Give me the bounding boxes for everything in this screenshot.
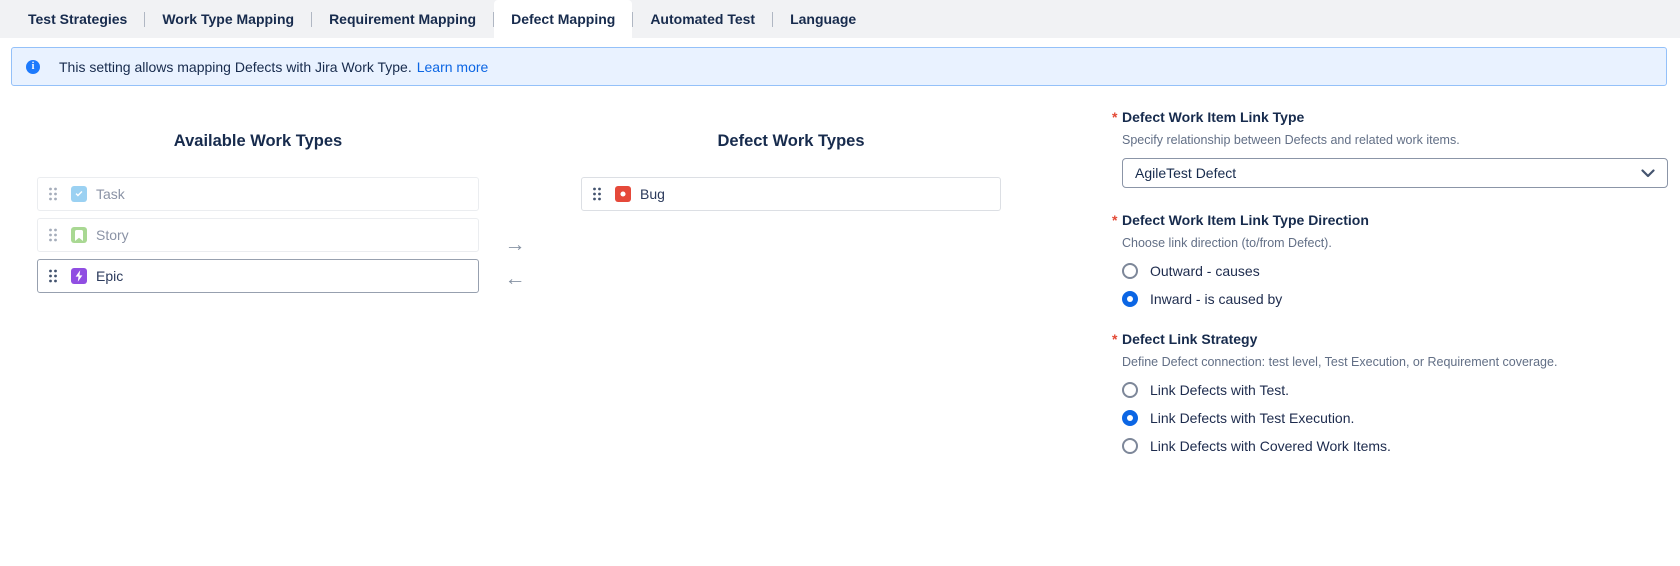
radio-inward-label: Inward - is caused by [1150, 291, 1282, 307]
drag-handle-icon[interactable] [48, 186, 58, 202]
radio-link-covered-items-label: Link Defects with Covered Work Items. [1150, 438, 1391, 454]
radio-outward[interactable] [1122, 263, 1138, 279]
defect-work-types-title: Defect Work Types [581, 132, 1001, 151]
direction-label: * Defect Work Item Link Type Direction [1122, 211, 1668, 229]
task-icon [71, 186, 87, 202]
transfer-controls: → ← [479, 86, 551, 289]
epic-icon [71, 268, 87, 284]
work-type-label: Task [96, 186, 125, 202]
tab-language[interactable]: Language [773, 0, 873, 38]
work-type-row-epic[interactable]: Epic [37, 259, 479, 293]
link-type-select[interactable]: AgileTest Defect [1122, 158, 1668, 188]
drag-handle-icon[interactable] [592, 186, 602, 202]
radio-link-test-execution[interactable] [1122, 410, 1138, 426]
work-type-row-task[interactable]: Task [37, 177, 479, 211]
radio-row-inward[interactable]: Inward - is caused by [1122, 291, 1668, 307]
drag-handle-icon[interactable] [48, 227, 58, 243]
tab-test-strategies[interactable]: Test Strategies [11, 0, 144, 38]
move-left-arrow-icon[interactable]: ← [505, 268, 526, 289]
work-type-label: Bug [640, 186, 665, 202]
radio-row-outward[interactable]: Outward - causes [1122, 263, 1668, 279]
tab-requirement-mapping[interactable]: Requirement Mapping [312, 0, 493, 38]
move-right-arrow-icon[interactable]: → [505, 234, 526, 255]
link-type-label: * Defect Work Item Link Type [1122, 108, 1668, 126]
work-type-row-bug[interactable]: Bug [581, 177, 1001, 211]
info-icon: i [26, 60, 40, 74]
available-work-types-panel: Available Work Types Task [37, 86, 479, 300]
required-asterisk: * [1112, 211, 1117, 229]
drag-handle-icon[interactable] [48, 268, 58, 284]
link-type-description: Specify relationship between Defects and… [1122, 132, 1668, 148]
bug-icon [615, 186, 631, 202]
work-type-row-story[interactable]: Story [37, 218, 479, 252]
info-banner: i This setting allows mapping Defects wi… [11, 47, 1667, 86]
radio-outward-label: Outward - causes [1150, 263, 1260, 279]
strategy-label: * Defect Link Strategy [1122, 330, 1668, 348]
available-work-types-title: Available Work Types [37, 132, 479, 151]
tab-work-type-mapping[interactable]: Work Type Mapping [145, 0, 311, 38]
radio-row-link-test-execution[interactable]: Link Defects with Test Execution. [1122, 410, 1668, 426]
tab-defect-mapping[interactable]: Defect Mapping [494, 0, 632, 38]
radio-inward[interactable] [1122, 291, 1138, 307]
radio-link-test-label: Link Defects with Test. [1150, 382, 1289, 398]
defect-settings-panel: * Defect Work Item Link Type Specify rel… [1112, 86, 1668, 454]
radio-link-test[interactable] [1122, 382, 1138, 398]
work-type-label: Story [96, 227, 129, 243]
radio-link-covered-items[interactable] [1122, 438, 1138, 454]
radio-row-link-test[interactable]: Link Defects with Test. [1122, 382, 1668, 398]
chevron-down-icon [1641, 169, 1655, 178]
direction-description: Choose link direction (to/from Defect). [1122, 235, 1668, 251]
banner-text: This setting allows mapping Defects with… [59, 59, 412, 75]
story-icon [71, 227, 87, 243]
learn-more-link[interactable]: Learn more [417, 59, 489, 75]
settings-tab-bar: Test Strategies Work Type Mapping Requir… [0, 0, 1680, 38]
radio-link-test-execution-label: Link Defects with Test Execution. [1150, 410, 1354, 426]
defect-mapping-content: Available Work Types Task [0, 86, 1680, 454]
tab-automated-test[interactable]: Automated Test [633, 0, 772, 38]
required-asterisk: * [1112, 330, 1117, 348]
link-type-selected-value: AgileTest Defect [1135, 165, 1236, 181]
radio-row-link-covered-items[interactable]: Link Defects with Covered Work Items. [1122, 438, 1668, 454]
defect-work-types-panel: Defect Work Types Bug [581, 86, 1001, 218]
required-asterisk: * [1112, 108, 1117, 126]
strategy-description: Define Defect connection: test level, Te… [1122, 354, 1668, 370]
work-type-label: Epic [96, 268, 123, 284]
